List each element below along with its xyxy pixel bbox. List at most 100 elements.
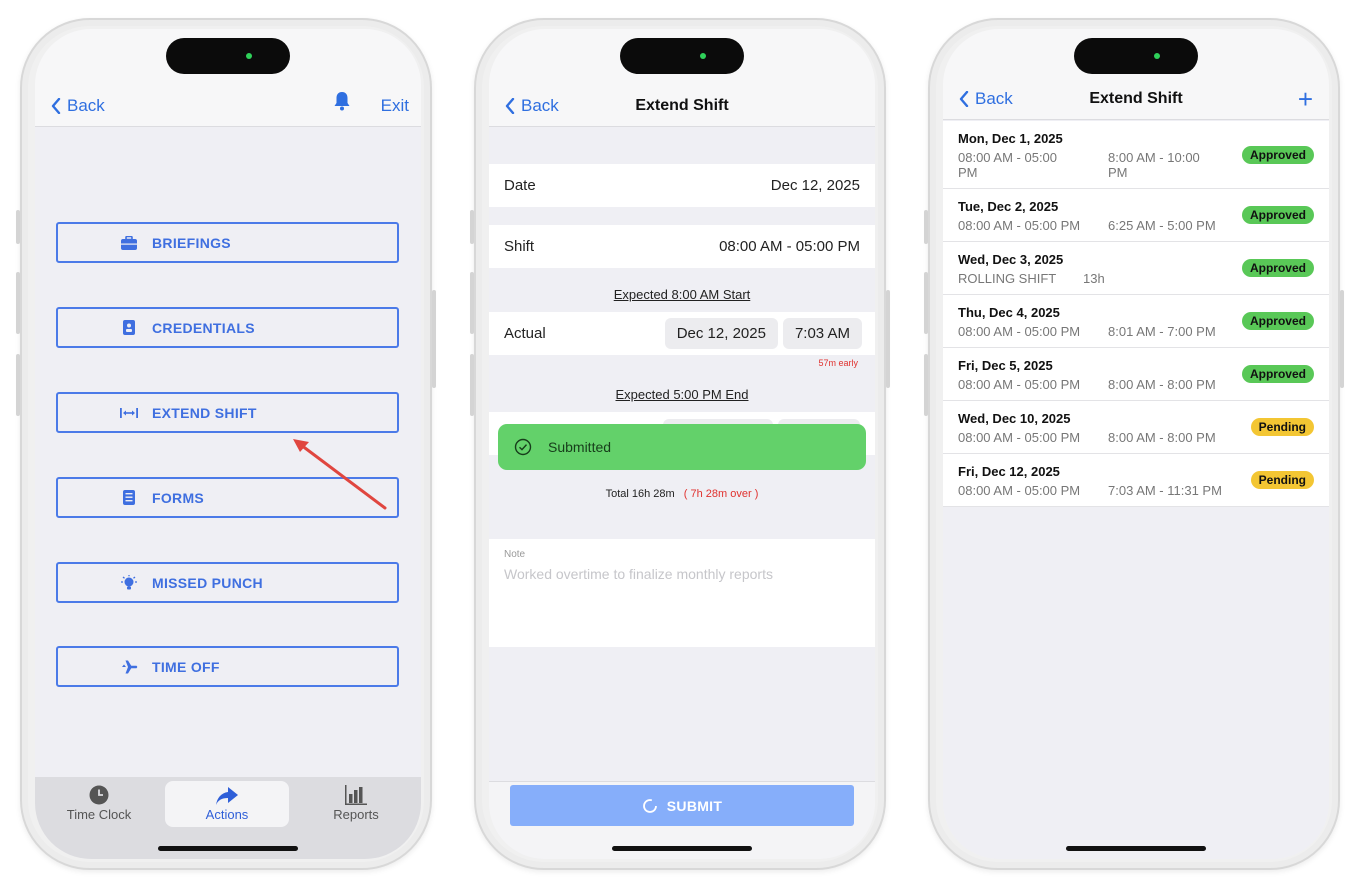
actual-date-picker[interactable]: Dec 12, 2025 (664, 318, 778, 349)
shift-label: Shift (504, 238, 535, 255)
date-value: Dec 12, 2025 (770, 177, 860, 194)
annotation-arrow-icon (293, 439, 387, 510)
briefings-label: BRIEFINGS (152, 234, 231, 251)
clock-icon (37, 783, 161, 805)
screen-extend-shift-list: Back Extend Shift + Mon, Dec 1, 2025 08:… (943, 29, 1329, 859)
status-badge: Approved (1241, 206, 1314, 224)
phone-actions: Back Exit BRIEFINGS CREDENTIALS EXTEND S… (16, 18, 436, 870)
tab-reports-label: Reports (333, 807, 379, 822)
phone-extend-shift-form: Back Extend Shift Date Dec 12, 2025 Shif… (470, 18, 890, 870)
home-indicator (612, 846, 752, 851)
status-badge: Pending (1250, 471, 1314, 489)
date-label: Date (504, 177, 536, 194)
chevron-left-icon (51, 98, 61, 114)
request-actual: 6:25 AM - 5:00 PM (1108, 218, 1216, 233)
forms-label: FORMS (152, 489, 205, 506)
request-shift: 08:00 AM - 05:00 PM (958, 430, 1081, 445)
status-badge: Approved (1241, 312, 1314, 330)
list-item[interactable]: Fri, Dec 5, 2025 08:00 AM - 05:00 PM 8:00… (943, 348, 1329, 401)
phone-extend-shift-list: Back Extend Shift + Mon, Dec 1, 2025 08:… (924, 18, 1344, 870)
extend-shift-button[interactable]: EXTEND SHIFT (56, 392, 399, 433)
submit-button[interactable]: SUBMIT (510, 785, 854, 826)
back-label: Back (67, 96, 105, 115)
toast-text: Submitted (548, 439, 612, 455)
submit-label: SUBMIT (666, 797, 723, 814)
bell-icon[interactable] (333, 91, 351, 116)
bar-chart-icon (294, 783, 418, 805)
credentials-label: CREDENTIALS (152, 319, 255, 336)
missed-punch-label: MISSED PUNCH (152, 574, 263, 591)
shift-row[interactable]: Shift 08:00 AM - 05:00 PM (489, 225, 875, 268)
time-off-button[interactable]: TIME OFF (56, 646, 399, 687)
briefings-button[interactable]: BRIEFINGS (56, 222, 399, 263)
credentials-button[interactable]: CREDENTIALS (56, 307, 399, 348)
missed-punch-button[interactable]: MISSED PUNCH (56, 562, 399, 603)
request-list: Mon, Dec 1, 2025 08:00 AM - 05:00 PM 8:00… (943, 121, 1329, 507)
total-text: Total 16h 28m (605, 488, 675, 500)
request-shift: 08:00 AM - 05:00 PM (958, 324, 1081, 339)
id-badge-icon (120, 320, 138, 335)
list-item[interactable]: Tue, Dec 2, 2025 08:00 AM - 05:00 PM 6:25… (943, 189, 1329, 242)
actual-start-row: Actual Dec 12, 2025 7:03 AM (489, 312, 875, 355)
actual-time-picker[interactable]: 7:03 AM (782, 318, 862, 349)
request-date: Mon, Dec 1, 2025 (958, 131, 1063, 146)
actual-label: Actual (504, 325, 546, 342)
status-badge: Approved (1241, 259, 1314, 277)
page-title: Extend Shift (635, 97, 729, 114)
plane-icon (120, 660, 138, 674)
note-field[interactable]: Note Worked overtime to finalize monthly… (489, 539, 875, 647)
request-actual: 13h (1083, 271, 1105, 286)
total-summary: Total 16h 28m ( 7h 28m over ) (489, 488, 875, 500)
briefcase-icon (120, 235, 138, 250)
extend-arrows-icon (120, 406, 138, 420)
share-arrow-icon (165, 783, 289, 805)
tab-time-clock-label: Time Clock (66, 807, 132, 822)
date-row[interactable]: Date Dec 12, 2025 (489, 164, 875, 207)
check-circle-icon (514, 438, 532, 456)
list-item[interactable]: Thu, Dec 4, 2025 08:00 AM - 05:00 PM 8:01… (943, 295, 1329, 348)
screen-actions: Back Exit BRIEFINGS CREDENTIALS EXTEND S… (35, 29, 421, 859)
request-shift: ROLLING SHIFT (958, 271, 1057, 286)
home-indicator (1066, 846, 1206, 851)
request-actual: 8:00 AM - 8:00 PM (1108, 377, 1216, 392)
request-actual: 8:01 AM - 7:00 PM (1108, 324, 1216, 339)
page-title: Extend Shift (1089, 90, 1183, 107)
request-actual: 8:00 AM - 10:00 PM (1108, 150, 1200, 180)
request-actual: 7:03 AM - 11:31 PM (1108, 483, 1222, 498)
request-shift: 08:00 AM - 05:00 PM (958, 150, 1058, 180)
request-shift: 08:00 AM - 05:00 PM (958, 218, 1081, 233)
tab-actions-label: Actions (205, 807, 249, 822)
shift-value: 08:00 AM - 05:00 PM (719, 238, 860, 255)
list-item[interactable]: Mon, Dec 1, 2025 08:00 AM - 05:00 PM 8:00… (943, 121, 1329, 189)
note-placeholder: Worked overtime to finalize monthly repo… (504, 566, 773, 582)
extend-shift-label: EXTEND SHIFT (152, 404, 257, 421)
tab-time-clock[interactable]: Time Clock (37, 781, 161, 825)
dynamic-island (1074, 38, 1198, 74)
lightbulb-icon (120, 574, 138, 590)
expected-end-label: Expected 5:00 PM End (615, 387, 749, 402)
list-item[interactable]: Wed, Dec 10, 2025 08:00 AM - 05:00 PM 8:0… (943, 401, 1329, 454)
home-indicator (158, 846, 298, 851)
list-item[interactable]: Wed, Dec 3, 2025 ROLLING SHIFT 13h Approv… (943, 242, 1329, 295)
status-badge: Approved (1241, 365, 1314, 383)
list-item[interactable]: Fri, Dec 12, 2025 08:00 AM - 05:00 PM 7:0… (943, 454, 1329, 507)
back-button[interactable]: Back (51, 96, 105, 116)
status-badge: Approved (1241, 145, 1314, 164)
spinner-icon (642, 798, 657, 813)
form-list-icon (120, 490, 138, 505)
overtime-text: ( 7h 28m over ) (683, 488, 759, 500)
tab-actions[interactable]: Actions (165, 781, 289, 827)
dynamic-island (620, 38, 744, 74)
request-actual: 8:00 AM - 8:00 PM (1108, 430, 1216, 445)
dynamic-island (166, 38, 290, 74)
submitted-toast: Submitted (498, 424, 866, 470)
screen-extend-shift-form: Back Extend Shift Date Dec 12, 2025 Shif… (489, 29, 875, 859)
time-off-label: TIME OFF (152, 658, 220, 675)
request-shift: 08:00 AM - 05:00 PM (958, 377, 1081, 392)
exit-button[interactable]: Exit (381, 96, 409, 116)
add-button[interactable]: + (1298, 84, 1313, 115)
note-label: Note (504, 549, 526, 560)
expected-start-label: Expected 8:00 AM Start (613, 287, 751, 302)
early-note: 57m early (818, 358, 858, 368)
tab-reports[interactable]: Reports (294, 781, 418, 825)
